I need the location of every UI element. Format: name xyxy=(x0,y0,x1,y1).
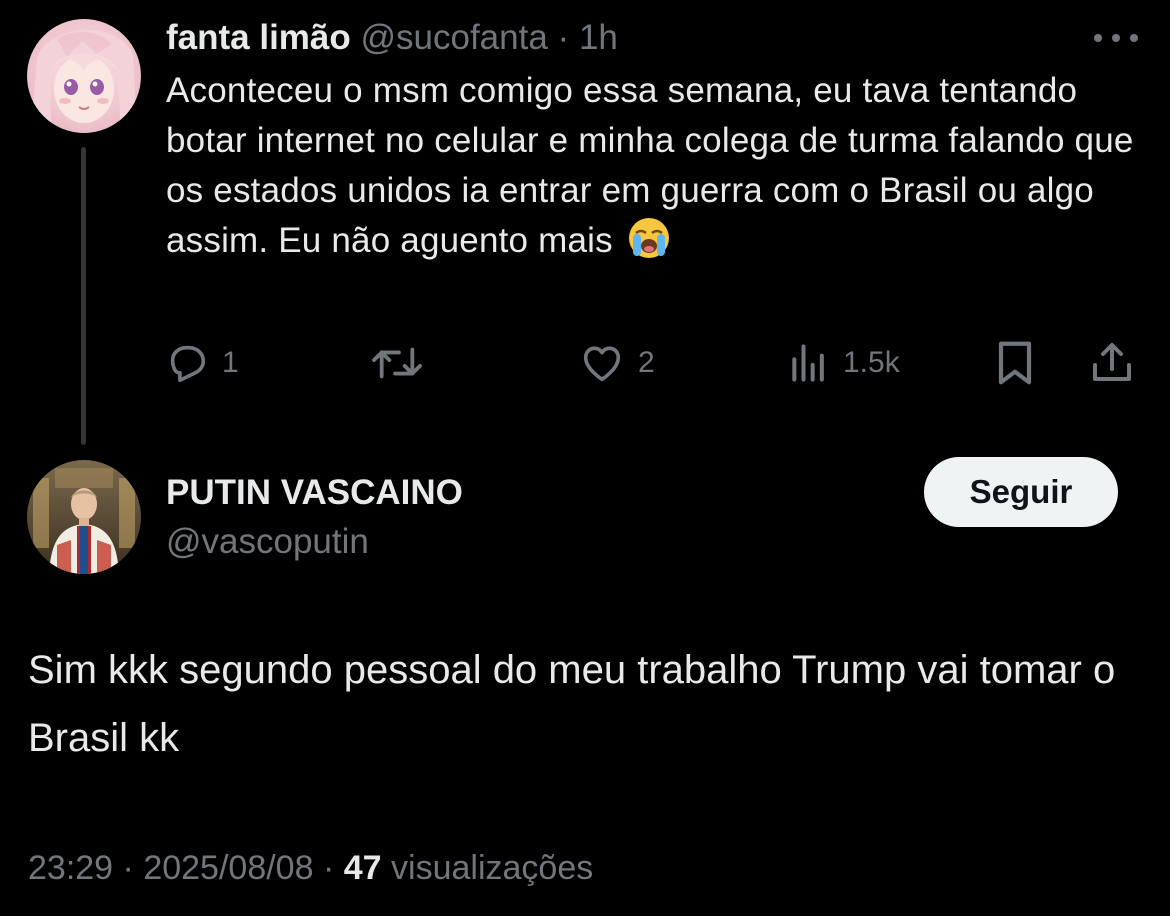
separator-dot: · xyxy=(322,849,335,887)
loudly-crying-face-icon xyxy=(628,218,669,258)
parent-tweet-text: Aconteceu o msm comigo essa semana, eu t… xyxy=(166,66,1146,266)
heart-icon xyxy=(583,346,621,382)
thread-connector-line xyxy=(81,147,86,445)
anime-avatar-image xyxy=(27,19,141,133)
tweet-time[interactable]: 23:29 xyxy=(28,849,113,887)
like-count: 2 xyxy=(638,346,655,379)
reply-button[interactable]: 1 xyxy=(164,336,239,390)
author-handle[interactable]: @sucofanta xyxy=(361,18,548,57)
bookmark-icon xyxy=(998,341,1032,385)
separator-dot: · xyxy=(122,849,134,887)
reply-icon xyxy=(170,345,206,383)
author-avatar[interactable] xyxy=(27,460,141,574)
author-handle[interactable]: @vascoputin xyxy=(166,519,369,565)
main-tweet-text: Sim kkk segundo pessoal do meu trabalho … xyxy=(28,648,1116,760)
views-count: 1.5k xyxy=(843,346,900,379)
separator-dot: · xyxy=(557,18,570,57)
views-count[interactable]: 47 xyxy=(344,849,382,887)
author-name[interactable]: fanta limão xyxy=(166,18,351,57)
follow-button[interactable]: Seguir xyxy=(924,457,1118,527)
tweet-metadata: 23:29 · 2025/08/08 · 47 visualizações xyxy=(28,844,593,892)
tweet-time[interactable]: 1h xyxy=(579,18,618,57)
share-icon xyxy=(1093,343,1131,381)
author-name[interactable]: PUTIN VASCAINO xyxy=(166,470,463,516)
retweet-icon xyxy=(372,347,422,379)
reply-count: 1 xyxy=(222,346,239,379)
views-label: visualizações xyxy=(391,849,594,887)
views-button[interactable]: 1.5k xyxy=(787,336,900,390)
parent-tweet-header: fanta limão @sucofanta · 1h xyxy=(166,15,618,61)
share-button[interactable] xyxy=(1088,336,1136,390)
views-bar-chart-icon xyxy=(792,344,824,382)
retweet-button[interactable] xyxy=(368,336,438,390)
profile-photo-image xyxy=(27,460,141,574)
bookmark-button[interactable] xyxy=(994,336,1036,390)
like-button[interactable]: 2 xyxy=(578,336,655,390)
tweet-date[interactable]: 2025/08/08 xyxy=(143,849,313,887)
tweet-action-bar: 1 2 1.5k xyxy=(0,336,1170,390)
more-icon[interactable] xyxy=(1094,30,1138,46)
author-avatar[interactable] xyxy=(27,19,141,133)
